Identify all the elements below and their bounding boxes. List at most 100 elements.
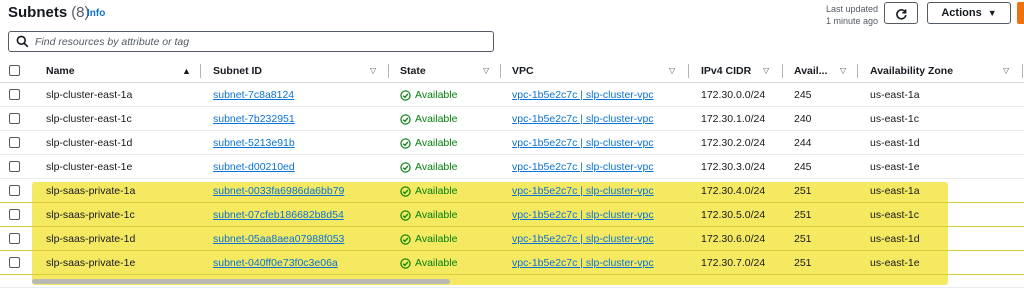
divider <box>0 287 1024 288</box>
available-ips: 251 <box>794 233 812 245</box>
column-separator <box>200 64 201 78</box>
sort-icon: ▽ <box>840 66 847 75</box>
row-checkbox[interactable] <box>9 89 20 100</box>
ipv4-cidr: 172.30.1.0/24 <box>701 113 766 125</box>
table-row[interactable]: slp-saas-private-1e subnet-040ff0e73f0c3e… <box>0 251 1024 275</box>
vpc-link[interactable]: vpc-1b5e2c7c | slp-cluster-vpc <box>512 251 654 275</box>
vpc-link[interactable]: vpc-1b5e2c7c | slp-cluster-vpc <box>512 131 654 155</box>
subnet-id-link[interactable]: subnet-7c8a8124 <box>213 83 294 107</box>
sort-icon: ▽ <box>763 66 770 75</box>
availability-zone: us-east-1c <box>870 209 920 221</box>
search-icon <box>15 35 29 49</box>
page-header: Subnets (8) Info Last updated 1 minute ag… <box>0 0 1024 30</box>
row-checkbox[interactable] <box>9 209 20 220</box>
state-text: Available <box>415 233 458 245</box>
subnet-id-link[interactable]: subnet-05aa8aea07988f053 <box>213 227 344 251</box>
subnet-name: slp-saas-private-1c <box>46 209 135 221</box>
subnet-id-link[interactable]: subnet-040ff0e73f0c3e06a <box>213 251 338 275</box>
column-header-availability-zone[interactable]: Availability Zone ▽ <box>870 59 1015 83</box>
available-ips: 244 <box>794 137 812 149</box>
last-updated-label: Last updated <box>825 4 878 14</box>
subnet-id-link[interactable]: subnet-5213e91b <box>213 131 295 155</box>
column-header-ipv4-cidr[interactable]: IPv4 CIDR ▽ <box>701 59 781 83</box>
state-cell: Available <box>400 179 457 203</box>
check-circle-icon <box>400 113 411 125</box>
column-header-state[interactable]: State ▽ <box>400 59 500 83</box>
last-updated-time: 1 minute ago <box>825 16 878 26</box>
vpc-link[interactable]: vpc-1b5e2c7c | slp-cluster-vpc <box>512 83 654 107</box>
subnet-id-link[interactable]: subnet-0033fa6986da6bb79 <box>213 179 344 203</box>
column-label: State <box>400 65 426 77</box>
sort-icon: ▽ <box>370 66 377 75</box>
refresh-icon <box>895 8 907 20</box>
table-header: Name ▲ Subnet ID ▽ State ▽ VPC ▽ IPv4 CI… <box>0 59 1024 83</box>
column-header-vpc[interactable]: VPC ▽ <box>512 59 682 83</box>
state-cell: Available <box>400 107 457 131</box>
column-header-available-ips[interactable]: Avail... ▽ <box>794 59 856 83</box>
row-checkbox[interactable] <box>9 161 20 172</box>
check-circle-icon <box>400 185 411 197</box>
table-row[interactable]: slp-cluster-east-1d subnet-5213e91b Availa… <box>0 131 1024 155</box>
check-circle-icon <box>400 89 411 101</box>
subnet-name: slp-cluster-east-1a <box>46 89 133 101</box>
create-button-edge[interactable] <box>1017 2 1024 24</box>
state-text: Available <box>415 113 458 125</box>
table-row[interactable]: slp-saas-private-1a subnet-0033fa6986da6b… <box>0 179 1024 203</box>
actions-button[interactable]: Actions ▼ <box>927 2 1011 24</box>
subnet-name: slp-cluster-east-1c <box>46 113 132 125</box>
column-header-name[interactable]: Name ▲ <box>46 59 196 83</box>
table-row[interactable]: slp-cluster-east-1a subnet-7c8a8124 Availa… <box>0 83 1024 107</box>
availability-zone: us-east-1a <box>870 89 920 101</box>
select-all-checkbox[interactable] <box>9 65 20 76</box>
subnet-name: slp-saas-private-1a <box>46 185 136 197</box>
table-row[interactable]: slp-saas-private-1d subnet-05aa8aea07988f… <box>0 227 1024 251</box>
state-text: Available <box>415 89 458 101</box>
column-label: Name <box>46 65 75 77</box>
column-separator <box>782 64 783 78</box>
column-separator <box>500 64 501 78</box>
subnet-id-link[interactable]: subnet-d00210ed <box>213 155 295 179</box>
state-cell: Available <box>400 227 457 251</box>
vpc-link[interactable]: vpc-1b5e2c7c | slp-cluster-vpc <box>512 107 654 131</box>
state-cell: Available <box>400 131 457 155</box>
page-title: Subnets (8) <box>8 4 90 21</box>
row-checkbox[interactable] <box>9 233 20 244</box>
state-text: Available <box>415 185 458 197</box>
table-row[interactable]: slp-cluster-east-1c subnet-7b232951 Availa… <box>0 107 1024 131</box>
subnet-id-link[interactable]: subnet-7b232951 <box>213 107 295 131</box>
refresh-button[interactable] <box>884 2 918 24</box>
table-row[interactable]: slp-saas-private-1c subnet-07cfeb186682b8… <box>0 203 1024 227</box>
availability-zone: us-east-1e <box>870 161 920 173</box>
sort-icon: ▽ <box>669 66 676 75</box>
table-row[interactable]: slp-cluster-east-1e subnet-d00210ed Availa… <box>0 155 1024 179</box>
column-header-subnet-id[interactable]: Subnet ID ▽ <box>213 59 383 83</box>
info-link[interactable]: Info <box>87 8 105 19</box>
row-checkbox[interactable] <box>9 185 20 196</box>
search-bar[interactable] <box>8 31 494 52</box>
search-input[interactable] <box>35 32 493 51</box>
ipv4-cidr: 172.30.2.0/24 <box>701 137 766 149</box>
check-circle-icon <box>400 137 411 149</box>
title-text: Subnets <box>8 4 68 21</box>
horizontal-scrollbar[interactable] <box>32 279 450 284</box>
availability-zone: us-east-1a <box>870 185 920 197</box>
column-separator <box>857 64 858 78</box>
state-cell: Available <box>400 251 457 275</box>
subnet-name: slp-saas-private-1d <box>46 233 136 245</box>
check-circle-icon <box>400 257 411 269</box>
availability-zone: us-east-1e <box>870 257 920 269</box>
subnet-name: slp-cluster-east-1d <box>46 137 133 149</box>
vpc-link[interactable]: vpc-1b5e2c7c | slp-cluster-vpc <box>512 155 654 179</box>
vpc-link[interactable]: vpc-1b5e2c7c | slp-cluster-vpc <box>512 179 654 203</box>
vpc-link[interactable]: vpc-1b5e2c7c | slp-cluster-vpc <box>512 203 654 227</box>
column-label: VPC <box>512 65 534 77</box>
row-checkbox[interactable] <box>9 137 20 148</box>
column-label: Avail... <box>794 65 828 77</box>
check-circle-icon <box>400 233 411 245</box>
ipv4-cidr: 172.30.4.0/24 <box>701 185 766 197</box>
vpc-link[interactable]: vpc-1b5e2c7c | slp-cluster-vpc <box>512 227 654 251</box>
row-checkbox[interactable] <box>9 113 20 124</box>
row-checkbox[interactable] <box>9 257 20 268</box>
subnet-id-link[interactable]: subnet-07cfeb186682b8d54 <box>213 203 344 227</box>
column-separator <box>1022 64 1023 78</box>
